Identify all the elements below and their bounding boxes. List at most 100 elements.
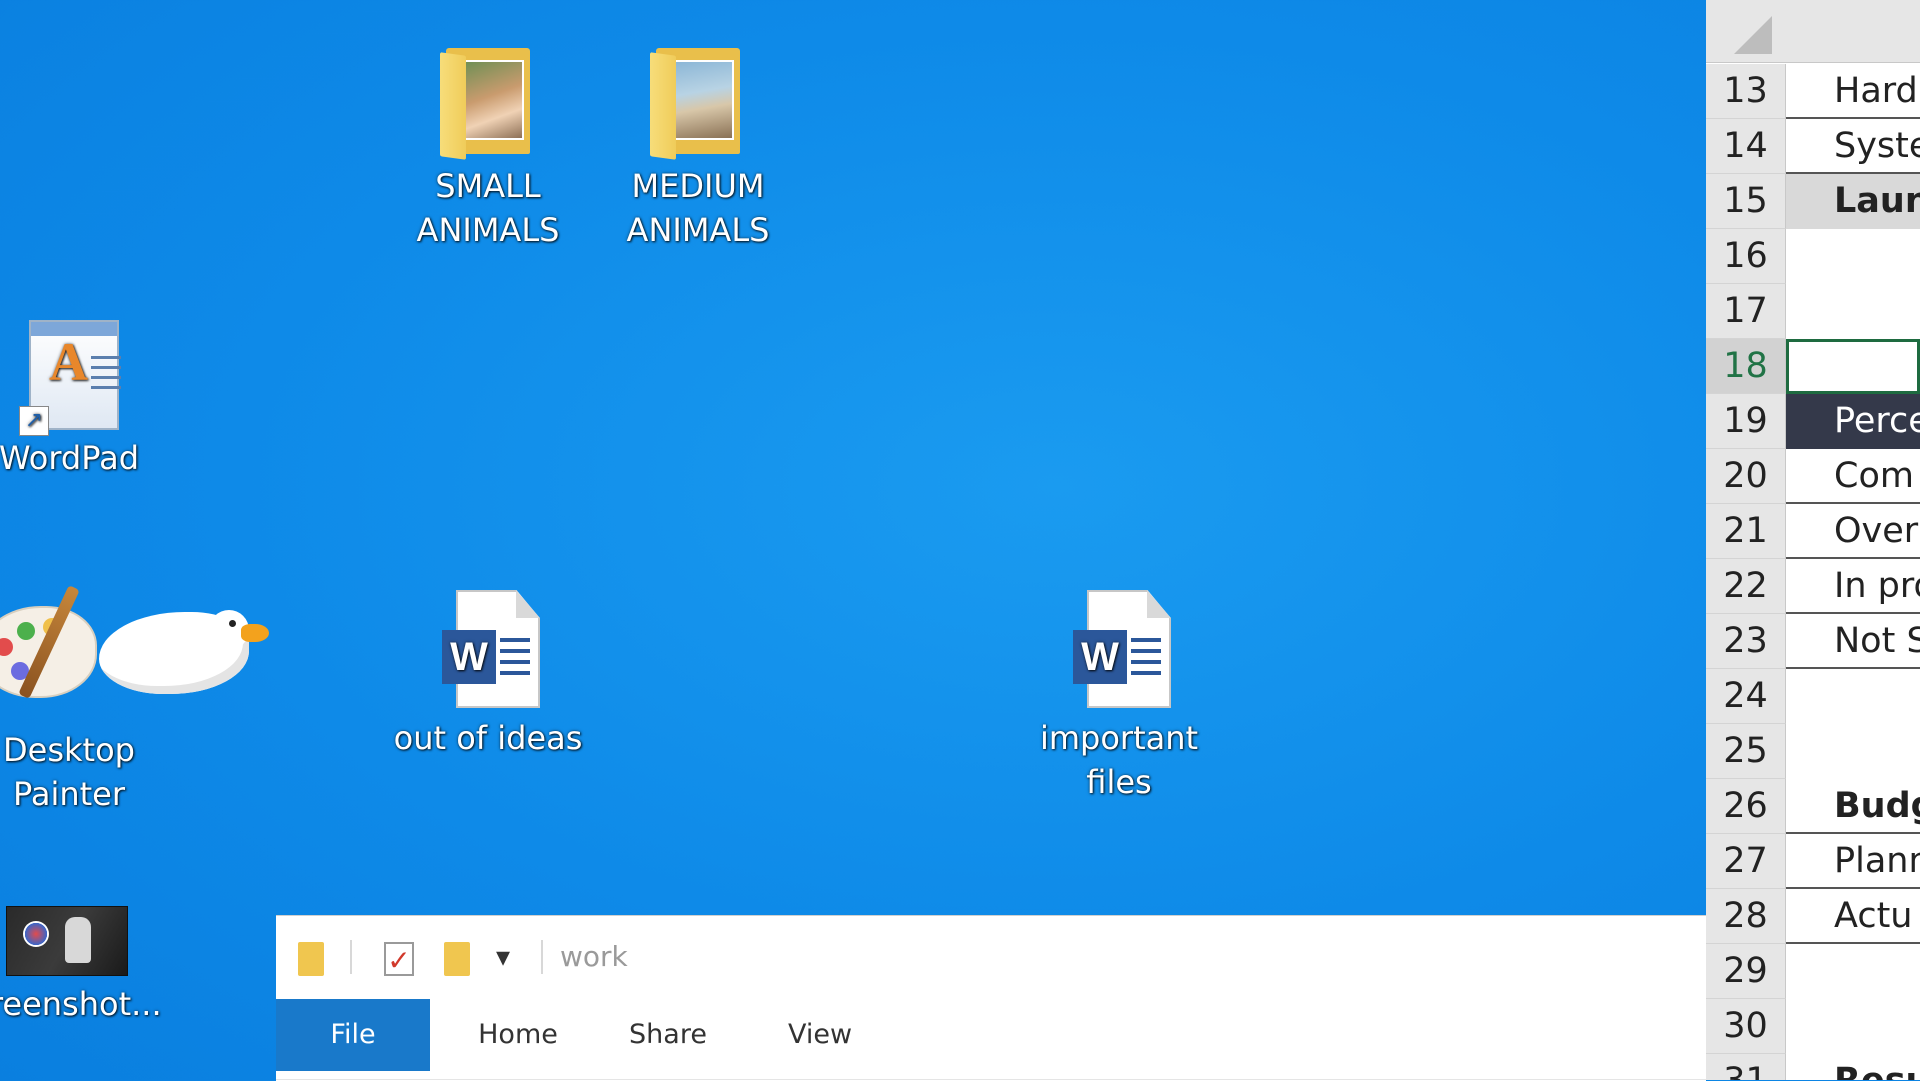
- row-header[interactable]: 22: [1706, 559, 1786, 614]
- cell[interactable]: Hard: [1786, 64, 1920, 119]
- table-row: 14 Syste: [1706, 119, 1920, 174]
- important-files-document[interactable]: W important files: [1024, 590, 1214, 804]
- table-row: 18: [1706, 339, 1920, 394]
- window-title: work: [560, 940, 628, 973]
- small-animals-label-1: SMALL: [435, 167, 541, 205]
- table-row: 17: [1706, 284, 1920, 339]
- column-header[interactable]: [1786, 0, 1920, 63]
- desktop-painter-shortcut[interactable]: Desktop Painter: [0, 582, 274, 816]
- table-row: 16: [1706, 229, 1920, 284]
- table-row: 29: [1706, 944, 1920, 999]
- small-animals-label-2: ANIMALS: [416, 211, 560, 249]
- word-document-icon: W: [434, 590, 542, 710]
- row-header[interactable]: 31: [1706, 1054, 1786, 1080]
- screenshot-file[interactable]: creenshot...: [0, 906, 162, 1026]
- row-header[interactable]: 14: [1706, 119, 1786, 174]
- new-folder-icon[interactable]: [444, 942, 470, 976]
- excel-window: 13 Hard 14 Syste 15 Launc 16 17 18 19 Pe…: [1706, 0, 1920, 1080]
- medium-animals-label-1: MEDIUM: [631, 167, 765, 205]
- folder-icon: [298, 942, 324, 976]
- table-row: 27 Plann: [1706, 834, 1920, 889]
- row-header[interactable]: 13: [1706, 64, 1786, 119]
- customize-toolbar-chevron-down-icon[interactable]: ▾: [496, 940, 510, 974]
- row-header[interactable]: 26: [1706, 779, 1786, 834]
- cell[interactable]: Not S: [1786, 614, 1920, 669]
- table-row: 26 Budg: [1706, 779, 1920, 834]
- row-header[interactable]: 27: [1706, 834, 1786, 889]
- row-header[interactable]: 21: [1706, 504, 1786, 559]
- wordpad-icon: A ↗: [19, 320, 121, 436]
- painter-goose-icon: [0, 582, 269, 722]
- row-header[interactable]: 20: [1706, 449, 1786, 504]
- row-header[interactable]: 28: [1706, 889, 1786, 944]
- medium-animals-folder[interactable]: MEDIUM ANIMALS: [603, 48, 793, 252]
- row-header[interactable]: 23: [1706, 614, 1786, 669]
- table-row: 15 Launc: [1706, 174, 1920, 229]
- row-header[interactable]: 29: [1706, 944, 1786, 999]
- cell[interactable]: [1786, 284, 1920, 339]
- cell[interactable]: [1786, 944, 1920, 999]
- cell[interactable]: Over: [1786, 504, 1920, 559]
- active-cell[interactable]: [1786, 339, 1920, 394]
- folder-icon: [650, 48, 746, 160]
- select-all-corner[interactable]: [1706, 0, 1787, 63]
- cell[interactable]: In pro: [1786, 559, 1920, 614]
- table-row: 20 Com: [1706, 449, 1920, 504]
- tab-view[interactable]: View: [760, 999, 880, 1071]
- cell[interactable]: Actu: [1786, 889, 1920, 944]
- table-row: 13 Hard: [1706, 64, 1920, 119]
- ribbon-tabs: File Home Share View: [276, 999, 1706, 1080]
- table-row: 25: [1706, 724, 1920, 779]
- row-header[interactable]: 15: [1706, 174, 1786, 229]
- row-header[interactable]: 30: [1706, 999, 1786, 1054]
- folder-icon: [440, 48, 536, 160]
- quick-access-toolbar: ✓ ▾ work: [276, 916, 1706, 998]
- wordpad-shortcut[interactable]: A ↗ WordPad: [0, 320, 164, 480]
- tab-file[interactable]: File: [276, 999, 430, 1071]
- shortcut-arrow-icon: ↗: [19, 406, 49, 436]
- cell[interactable]: [1786, 999, 1920, 1054]
- out-of-ideas-document[interactable]: W out of ideas: [393, 590, 583, 760]
- table-row: 21 Over: [1706, 504, 1920, 559]
- file-explorer-window: ✓ ▾ work File Home Share View: [276, 915, 1706, 1081]
- table-row: 23 Not S: [1706, 614, 1920, 669]
- screenshot-label: creenshot...: [0, 985, 162, 1023]
- cell[interactable]: Syste: [1786, 119, 1920, 174]
- cell[interactable]: Perce: [1786, 394, 1920, 449]
- toolbar-separator: [350, 940, 352, 974]
- small-animals-folder[interactable]: SMALL ANIMALS: [393, 48, 583, 252]
- row-header[interactable]: 17: [1706, 284, 1786, 339]
- desktop-painter-label-1: Desktop: [3, 731, 135, 769]
- table-row: 28 Actu: [1706, 889, 1920, 944]
- row-header[interactable]: 25: [1706, 724, 1786, 779]
- out-of-ideas-label: out of ideas: [393, 719, 583, 757]
- row-header[interactable]: 16: [1706, 229, 1786, 284]
- cell[interactable]: Launc: [1786, 174, 1920, 229]
- row-header[interactable]: 24: [1706, 669, 1786, 724]
- cell[interactable]: Budg: [1786, 779, 1920, 834]
- cell[interactable]: [1786, 229, 1920, 284]
- cell[interactable]: [1786, 669, 1920, 724]
- medium-animals-label-2: ANIMALS: [626, 211, 770, 249]
- important-files-label-1: important: [1039, 719, 1199, 757]
- desktop-painter-label-2: Painter: [12, 775, 126, 813]
- important-files-label-2: files: [1086, 763, 1152, 801]
- row-header-selected[interactable]: 18: [1706, 339, 1786, 394]
- table-row: 31 Resul: [1706, 1054, 1920, 1080]
- toolbar-separator: [541, 940, 543, 974]
- cell[interactable]: [1786, 724, 1920, 779]
- cell[interactable]: Plann: [1786, 834, 1920, 889]
- cell[interactable]: Com: [1786, 449, 1920, 504]
- word-document-icon: W: [1065, 590, 1173, 710]
- tab-home[interactable]: Home: [458, 999, 578, 1071]
- table-row: 22 In pro: [1706, 559, 1920, 614]
- tab-share[interactable]: Share: [608, 999, 728, 1071]
- wordpad-label: WordPad: [0, 439, 140, 477]
- table-row: 30: [1706, 999, 1920, 1054]
- table-row: 19 Perce: [1706, 394, 1920, 449]
- screenshot-thumbnail-icon: [6, 906, 128, 976]
- table-row: 24: [1706, 669, 1920, 724]
- cell[interactable]: Resul: [1786, 1054, 1920, 1080]
- properties-check-icon[interactable]: ✓: [384, 942, 414, 977]
- row-header[interactable]: 19: [1706, 394, 1786, 449]
